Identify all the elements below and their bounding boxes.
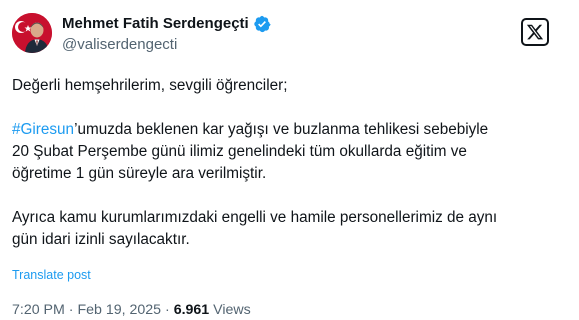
x-logo-icon[interactable]	[521, 18, 549, 46]
verified-badge-icon[interactable]	[253, 15, 271, 33]
translate-post-link[interactable]: Translate post	[12, 267, 91, 283]
post-line: #Giresun’umuzda beklenen kar yağışı ve b…	[12, 119, 567, 141]
tweet-card: Mehmet Fatih Serdengeçti @valiserdengect…	[0, 0, 579, 318]
author-display-name[interactable]: Mehmet Fatih Serdengeçti	[62, 14, 249, 34]
post-line: Ayrıca kamu kurumlarımızdaki engelli ve …	[12, 209, 498, 226]
post-text: Değerli hemşehrilerim, sevgili öğrencile…	[12, 75, 567, 251]
post-line: öğretime 1 gün süreyle ara verilmiştir.	[12, 165, 267, 182]
avatar[interactable]	[12, 13, 52, 53]
hashtag-link[interactable]: #Giresun	[12, 121, 74, 138]
post-line-text: ’umuzda beklenen kar yağışı ve buzlanma …	[74, 121, 489, 138]
post-line: 20 Şubat Perşembe günü ilimiz genelindek…	[12, 143, 467, 160]
flag-portrait-avatar	[12, 13, 52, 53]
post-line: Değerli hemşehrilerim, sevgili öğrencile…	[12, 77, 288, 94]
author-handle[interactable]: @valiserdengecti	[62, 35, 177, 55]
author-name-row: Mehmet Fatih Serdengeçti	[62, 14, 271, 34]
post-line: gün idari izinli sayılacaktır.	[12, 231, 190, 248]
post-meta: 7:20 PM · Feb 19, 2025 · 6.961 Views	[12, 300, 251, 320]
